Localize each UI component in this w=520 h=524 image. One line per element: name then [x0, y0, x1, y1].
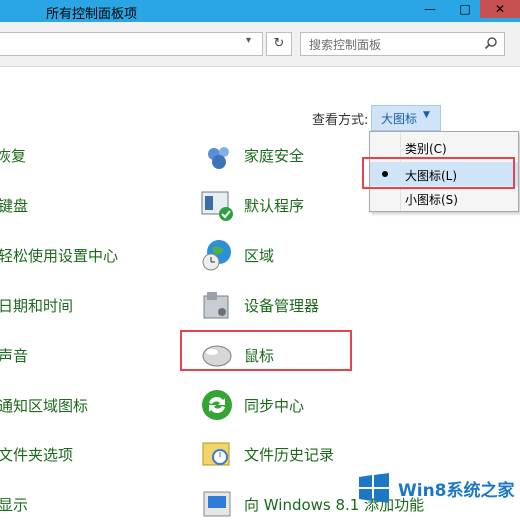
watermark-text: Win8系统之家: [398, 481, 515, 501]
window-title: 所有控制面板项: [46, 7, 138, 22]
search-icon[interactable]: [484, 36, 498, 50]
highlight-box-large-icons: [362, 157, 515, 189]
add-features-icon: [203, 491, 231, 517]
title-bar: 所有控制面板项 — □ ✕: [0, 0, 520, 22]
cp-item-device-manager[interactable]: 设备管理器: [244, 295, 319, 325]
chevron-down-icon: ▼: [423, 110, 430, 120]
menu-item-category[interactable]: 类别(C): [370, 135, 518, 159]
cp-item-sync-center[interactable]: 同步中心: [244, 395, 304, 425]
cp-item-keyboard[interactable]: 键盘: [0, 195, 28, 225]
cp-item-display[interactable]: 显示: [0, 494, 28, 524]
cp-item-family-safety[interactable]: 家庭安全: [244, 145, 304, 175]
menu-item-small-icons[interactable]: 小图标(S): [370, 186, 518, 210]
maximize-button[interactable]: □: [450, 0, 480, 18]
view-by-label: 查看方式:: [312, 113, 369, 128]
close-button[interactable]: ✕: [480, 0, 520, 18]
cp-item-notification-icons[interactable]: 通知区域图标: [0, 395, 88, 425]
minimize-button[interactable]: —: [410, 0, 450, 18]
refresh-button[interactable]: ↻: [266, 32, 292, 56]
device-manager-icon: [203, 292, 229, 319]
cp-item-sound[interactable]: 声音: [0, 345, 28, 375]
address-field[interactable]: [0, 32, 263, 56]
family-safety-icon: [208, 147, 229, 169]
windows-logo-icon: [359, 473, 389, 503]
search-input[interactable]: 搜索控制面板: [309, 36, 381, 53]
cp-item-default-programs[interactable]: 默认程序: [244, 195, 304, 225]
chevron-down-icon[interactable]: ▾: [246, 35, 251, 46]
sync-center-icon: [202, 390, 232, 420]
highlight-box-mouse: [180, 330, 352, 371]
file-history-icon: [202, 442, 230, 466]
cp-item-region[interactable]: 区域: [244, 245, 274, 275]
default-programs-icon: [201, 191, 233, 221]
view-by-value: 大图标: [381, 112, 418, 126]
cp-item-recovery[interactable]: 恢复: [0, 145, 26, 175]
refresh-icon: ↻: [273, 36, 285, 51]
view-by-dropdown[interactable]: 大图标 ▼: [371, 105, 441, 131]
cp-item-date-time[interactable]: 日期和时间: [0, 295, 73, 325]
cp-item-folder-options[interactable]: 文件夹选项: [0, 444, 73, 474]
cp-item-ease-of-access[interactable]: 轻松使用设置中心: [0, 245, 118, 275]
address-bar: ▾ ↻ 搜索控制面板: [0, 22, 520, 67]
region-globe-icon: [202, 240, 231, 271]
cp-item-file-history[interactable]: 文件历史记录: [244, 444, 334, 474]
search-box[interactable]: 搜索控制面板: [300, 32, 505, 56]
